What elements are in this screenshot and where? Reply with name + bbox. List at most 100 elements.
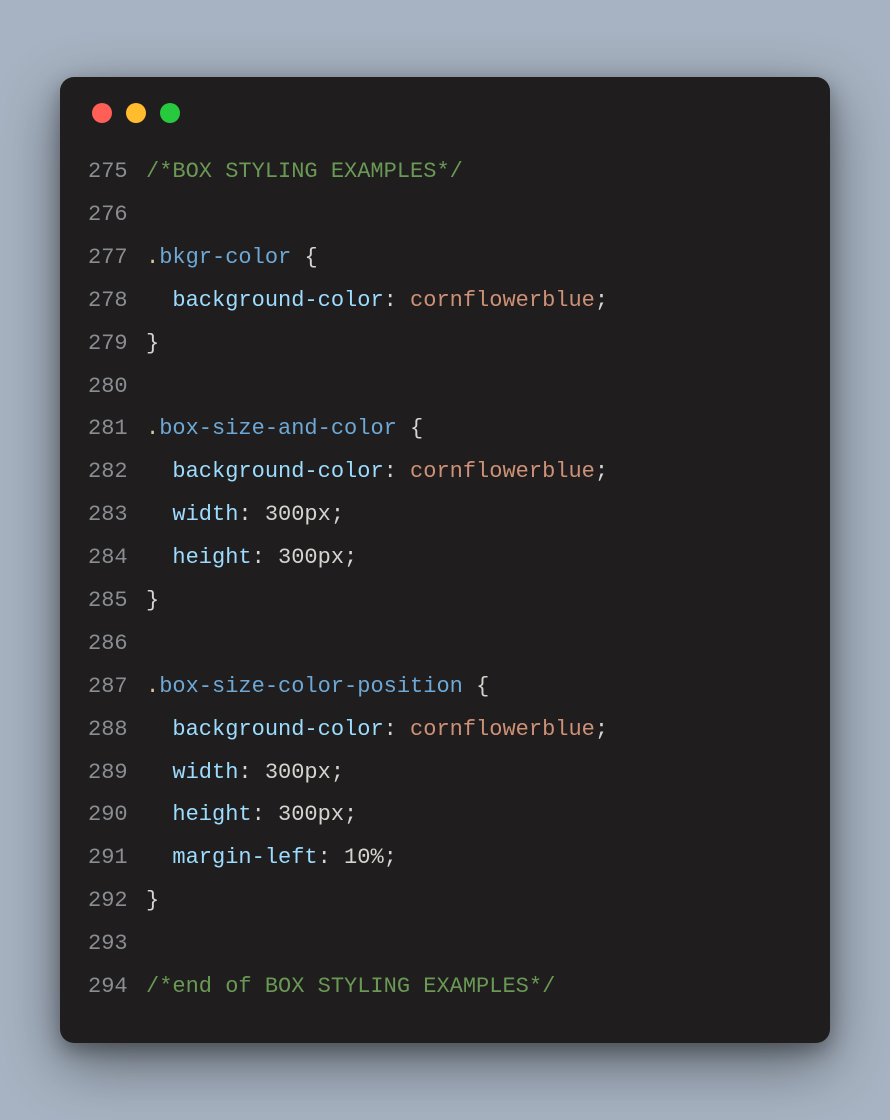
token-default bbox=[252, 760, 265, 785]
line-content[interactable]: width: 300px; bbox=[146, 494, 802, 537]
code-line[interactable]: 279} bbox=[88, 323, 802, 366]
token-default: ; bbox=[331, 502, 344, 527]
line-content[interactable]: /*end of BOX STYLING EXAMPLES*/ bbox=[146, 966, 802, 1009]
line-number: 288 bbox=[88, 709, 146, 752]
code-line[interactable]: 281.box-size-and-color { bbox=[88, 408, 802, 451]
line-number: 286 bbox=[88, 623, 146, 666]
code-line[interactable]: 285} bbox=[88, 580, 802, 623]
code-line[interactable]: 291 margin-left: 10%; bbox=[88, 837, 802, 880]
code-line[interactable]: 286 bbox=[88, 623, 802, 666]
code-line[interactable]: 278 background-color: cornflowerblue; bbox=[88, 280, 802, 323]
code-line[interactable]: 275/*BOX STYLING EXAMPLES*/ bbox=[88, 151, 802, 194]
token-prop: margin-left bbox=[172, 845, 317, 870]
code-line[interactable]: 293 bbox=[88, 923, 802, 966]
token-default: ; bbox=[344, 545, 357, 570]
line-content[interactable]: margin-left: 10%; bbox=[146, 837, 802, 880]
token-number: 10% bbox=[344, 845, 384, 870]
line-content[interactable] bbox=[146, 623, 802, 666]
token-colon: : bbox=[252, 802, 265, 827]
line-number: 294 bbox=[88, 966, 146, 1009]
zoom-icon[interactable] bbox=[160, 103, 180, 123]
token-value: cornflowerblue bbox=[410, 459, 595, 484]
token-number: 300px bbox=[265, 502, 331, 527]
token-default: ; bbox=[384, 845, 397, 870]
code-line[interactable]: 287.box-size-color-position { bbox=[88, 666, 802, 709]
token-default bbox=[146, 717, 172, 742]
line-number: 291 bbox=[88, 837, 146, 880]
token-default bbox=[252, 502, 265, 527]
code-line[interactable]: 288 background-color: cornflowerblue; bbox=[88, 709, 802, 752]
line-number: 285 bbox=[88, 580, 146, 623]
token-prop: background-color bbox=[172, 288, 383, 313]
token-default: ; bbox=[331, 760, 344, 785]
token-default bbox=[397, 459, 410, 484]
token-selector: box-size-and-color bbox=[159, 416, 397, 441]
token-number: 300px bbox=[265, 760, 331, 785]
token-selector: box-size-color-position bbox=[159, 674, 463, 699]
line-content[interactable]: } bbox=[146, 880, 802, 923]
minimize-icon[interactable] bbox=[126, 103, 146, 123]
token-prop: background-color bbox=[172, 459, 383, 484]
line-content[interactable] bbox=[146, 366, 802, 409]
line-content[interactable]: width: 300px; bbox=[146, 752, 802, 795]
code-line[interactable]: 294/*end of BOX STYLING EXAMPLES*/ bbox=[88, 966, 802, 1009]
token-prop: height bbox=[172, 802, 251, 827]
token-default bbox=[146, 288, 172, 313]
token-default bbox=[265, 545, 278, 570]
token-value: cornflowerblue bbox=[410, 717, 595, 742]
line-content[interactable] bbox=[146, 194, 802, 237]
token-default bbox=[397, 717, 410, 742]
token-prop: height bbox=[172, 545, 251, 570]
line-content[interactable]: height: 300px; bbox=[146, 794, 802, 837]
token-prop: width bbox=[172, 502, 238, 527]
code-line[interactable]: 283 width: 300px; bbox=[88, 494, 802, 537]
line-number: 276 bbox=[88, 194, 146, 237]
code-editor[interactable]: 275/*BOX STYLING EXAMPLES*/276277.bkgr-c… bbox=[88, 151, 802, 1009]
line-content[interactable]: .box-size-and-color { bbox=[146, 408, 802, 451]
code-line[interactable]: 276 bbox=[88, 194, 802, 237]
token-selector: bkgr-color bbox=[159, 245, 291, 270]
line-content[interactable]: .box-size-color-position { bbox=[146, 666, 802, 709]
code-line[interactable]: 292} bbox=[88, 880, 802, 923]
close-icon[interactable] bbox=[92, 103, 112, 123]
line-content[interactable]: /*BOX STYLING EXAMPLES*/ bbox=[146, 151, 802, 194]
code-line[interactable]: 277.bkgr-color { bbox=[88, 237, 802, 280]
token-default bbox=[397, 288, 410, 313]
line-content[interactable]: background-color: cornflowerblue; bbox=[146, 451, 802, 494]
line-content[interactable]: height: 300px; bbox=[146, 537, 802, 580]
line-content[interactable] bbox=[146, 923, 802, 966]
token-brace: { bbox=[410, 416, 423, 441]
token-colon: : bbox=[384, 459, 397, 484]
token-colon: : bbox=[238, 502, 251, 527]
line-number: 290 bbox=[88, 794, 146, 837]
token-default: ; bbox=[595, 459, 608, 484]
token-number: 300px bbox=[278, 802, 344, 827]
code-line[interactable]: 280 bbox=[88, 366, 802, 409]
code-line[interactable]: 289 width: 300px; bbox=[88, 752, 802, 795]
token-colon: : bbox=[252, 545, 265, 570]
line-content[interactable]: } bbox=[146, 323, 802, 366]
token-colon: : bbox=[238, 760, 251, 785]
token-prop: background-color bbox=[172, 717, 383, 742]
token-brace: } bbox=[146, 331, 159, 356]
token-value: cornflowerblue bbox=[410, 288, 595, 313]
line-number: 293 bbox=[88, 923, 146, 966]
token-brace: { bbox=[476, 674, 489, 699]
token-default: ; bbox=[595, 288, 608, 313]
line-content[interactable]: } bbox=[146, 580, 802, 623]
window-controls bbox=[88, 103, 802, 123]
line-content[interactable]: .bkgr-color { bbox=[146, 237, 802, 280]
code-line[interactable]: 282 background-color: cornflowerblue; bbox=[88, 451, 802, 494]
token-default bbox=[397, 416, 410, 441]
token-punct: . bbox=[146, 245, 159, 270]
token-default bbox=[146, 845, 172, 870]
line-number: 287 bbox=[88, 666, 146, 709]
code-line[interactable]: 290 height: 300px; bbox=[88, 794, 802, 837]
line-number: 275 bbox=[88, 151, 146, 194]
token-default bbox=[146, 459, 172, 484]
line-number: 277 bbox=[88, 237, 146, 280]
line-content[interactable]: background-color: cornflowerblue; bbox=[146, 709, 802, 752]
line-number: 279 bbox=[88, 323, 146, 366]
code-line[interactable]: 284 height: 300px; bbox=[88, 537, 802, 580]
line-content[interactable]: background-color: cornflowerblue; bbox=[146, 280, 802, 323]
